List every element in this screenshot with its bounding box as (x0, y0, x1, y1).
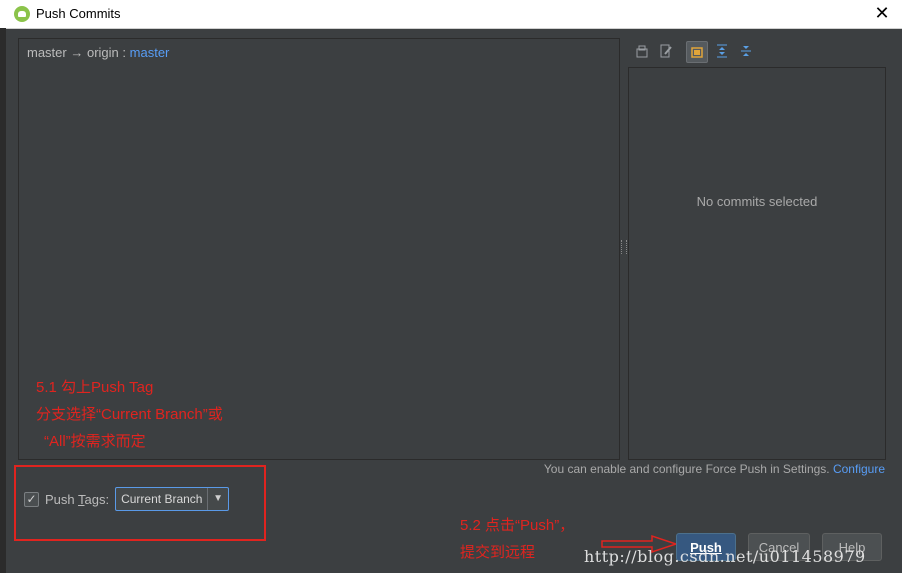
no-commits-text: No commits selected (696, 194, 818, 209)
watermark-text: http://blog.csdn.net/u011458979 (584, 547, 866, 566)
title-bar: Push Commits ✕ (0, 0, 902, 29)
folder-icon[interactable] (686, 41, 708, 63)
configure-link[interactable]: Configure (833, 462, 885, 476)
remote-name: origin (86, 45, 119, 60)
close-icon[interactable]: ✕ (872, 3, 892, 23)
branch-row[interactable]: master → origin : master (27, 45, 169, 60)
annotation-note-1: 5.1 勾上Push Tag 分支选择“Current Branch”或 “Al… (36, 374, 316, 455)
arrow-icon: → (70, 45, 84, 60)
annotation-note-1-line2: 分支选择“Current Branch”或 (36, 406, 223, 423)
force-push-text: You can enable and configure Force Push … (543, 462, 830, 476)
separator: : (122, 45, 127, 60)
annotation-note-1-line1: 5.1 勾上Push Tag (36, 379, 154, 396)
background-strip (0, 28, 6, 573)
remote-branch-link[interactable]: master (130, 45, 170, 60)
group-icon[interactable] (632, 41, 652, 61)
details-toolbar (632, 41, 882, 63)
force-push-hint: You can enable and configure Force Push … (544, 462, 885, 476)
android-icon (14, 6, 30, 22)
annotation-note-1-line3: “All”按需求而定 (44, 433, 146, 450)
collapse-all-icon[interactable] (736, 41, 756, 61)
expand-all-icon[interactable] (712, 41, 732, 61)
splitter-handle[interactable] (621, 240, 627, 254)
edit-icon[interactable] (656, 41, 676, 61)
push-commits-dialog: Push Commits ✕ master → origin : master (0, 0, 902, 573)
commit-details-panel: No commits selected (628, 67, 886, 460)
window-title: Push Commits (36, 6, 121, 21)
annotation-highlight-box (14, 465, 266, 541)
local-branch: master (27, 45, 67, 60)
